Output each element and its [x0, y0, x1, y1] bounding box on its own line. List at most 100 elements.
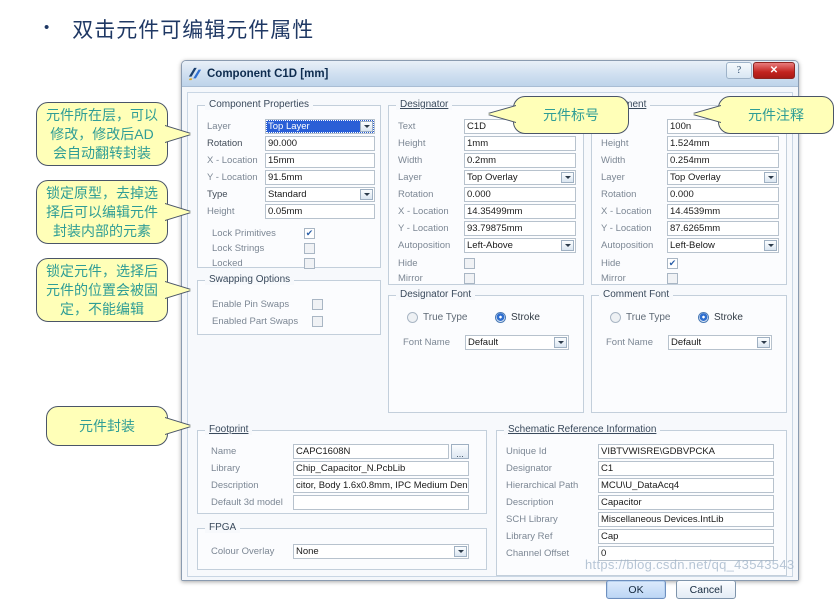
schematic-field-sch-library-input[interactable]: Miscellaneous Devices.IntLib: [598, 511, 774, 527]
designator-field-layer-combo[interactable]: Top Overlay: [464, 169, 576, 185]
field-layer-combo[interactable]: Top Layer: [265, 118, 375, 134]
designator-field-autoposition[interactable]: Autoposition Left-Above: [398, 237, 576, 253]
schematic-field-hierarchical-path-input[interactable]: MCU\U_DataAcq4: [598, 477, 774, 493]
designator-checkbox-mirror-box[interactable]: [464, 272, 475, 284]
chevron-down-icon[interactable]: [764, 239, 777, 251]
designator-field-x-location[interactable]: X - Location 14.35499mm: [398, 203, 576, 219]
field-height[interactable]: Height 0.05mm: [207, 203, 375, 219]
schematic-field-library-ref[interactable]: Library Ref Cap: [506, 528, 774, 544]
help-button[interactable]: ?: [726, 62, 752, 79]
field-y-location-input[interactable]: 91.5mm: [265, 169, 375, 185]
checkbox-lock-primitives[interactable]: Lock Primitives: [212, 225, 377, 241]
designator-field-layer[interactable]: Layer Top Overlay: [398, 169, 576, 185]
comment-field-rotation-input[interactable]: 0.000: [667, 186, 779, 202]
designator-field-width[interactable]: Width 0.2mm: [398, 152, 576, 168]
schematic-field-unique-id[interactable]: Unique Id VIBTVWISRE\GDBVPCKA: [506, 443, 774, 459]
footprint-field-default-3d-model[interactable]: Default 3d model: [211, 494, 469, 510]
footprint-field-name[interactable]: Name CAPC1608N ...: [211, 443, 469, 459]
schematic-field-hierarchical-path[interactable]: Hierarchical Path MCU\U_DataAcq4: [506, 477, 774, 493]
comment-font-name[interactable]: Font Name Default: [606, 334, 772, 350]
close-icon[interactable]: ✕: [753, 62, 795, 79]
schematic-field-library-ref-input[interactable]: Cap: [598, 528, 774, 544]
ok-button[interactable]: OK: [606, 580, 666, 599]
schematic-field-description[interactable]: Description Capacitor: [506, 494, 774, 510]
designator-checkbox-hide-box[interactable]: [464, 257, 475, 269]
schematic-field-designator-input[interactable]: C1: [598, 460, 774, 476]
comment-checkbox-hide-box[interactable]: [667, 257, 678, 269]
designator-field-x-location-input[interactable]: 14.35499mm: [464, 203, 576, 219]
checkbox-locked-box[interactable]: [304, 257, 315, 269]
field-layer[interactable]: Layer Top Layer: [207, 118, 375, 134]
checkbox-enable-pin-swaps[interactable]: Enable Pin Swaps: [212, 296, 377, 312]
designator-field-height-input[interactable]: 1mm: [464, 135, 576, 151]
chevron-down-icon[interactable]: [360, 120, 373, 132]
radio-designator-stroke-dot[interactable]: [495, 311, 506, 323]
checkbox-enabled-part-swaps-box[interactable]: [312, 315, 323, 327]
comment-field-x-location-input[interactable]: 14.4539mm: [667, 203, 779, 219]
designator-field-height[interactable]: Height 1mm: [398, 135, 576, 151]
comment-field-x-location[interactable]: X - Location 14.4539mm: [601, 203, 779, 219]
designator-field-rotation[interactable]: Rotation 0.000: [398, 186, 576, 202]
comment-checkbox-hide[interactable]: Hide: [601, 255, 678, 271]
fpga-colour-overlay[interactable]: Colour Overlay None: [211, 543, 469, 559]
checkbox-lock-primitives-box[interactable]: [304, 227, 315, 239]
designator-field-width-input[interactable]: 0.2mm: [464, 152, 576, 168]
radio-comment-stroke[interactable]: Stroke: [698, 309, 743, 325]
radio-comment-true-type-dot[interactable]: [610, 311, 621, 323]
footprint-field-default-3d-model-input[interactable]: [293, 494, 469, 510]
checkbox-enable-pin-swaps-box[interactable]: [312, 298, 323, 310]
chevron-down-icon[interactable]: [757, 336, 770, 348]
field-x-location[interactable]: X - Location 15mm: [207, 152, 375, 168]
chevron-down-icon[interactable]: [764, 171, 777, 183]
comment-field-layer-combo[interactable]: Top Overlay: [667, 169, 779, 185]
comment-field-y-location[interactable]: Y - Location 87.6265mm: [601, 220, 779, 236]
checkbox-lock-strings-box[interactable]: [304, 242, 315, 254]
radio-designator-true-type[interactable]: True Type: [407, 309, 467, 325]
designator-field-y-location-input[interactable]: 93.79875mm: [464, 220, 576, 236]
radio-comment-stroke-dot[interactable]: [698, 311, 709, 323]
designator-checkbox-mirror[interactable]: Mirror: [398, 270, 475, 286]
schematic-field-description-input[interactable]: Capacitor: [598, 494, 774, 510]
field-rotation[interactable]: Rotation 90.000: [207, 135, 375, 151]
field-rotation-input[interactable]: 90.000: [265, 135, 375, 151]
designator-field-autoposition-combo[interactable]: Left-Above: [464, 237, 576, 253]
radio-designator-true-type-dot[interactable]: [407, 311, 418, 323]
footprint-field-library-input[interactable]: Chip_Capacitor_N.PcbLib: [293, 460, 469, 476]
field-type[interactable]: Type Standard: [207, 186, 375, 202]
field-x-location-input[interactable]: 15mm: [265, 152, 375, 168]
chevron-down-icon[interactable]: [454, 545, 467, 557]
comment-field-height-input[interactable]: 1.524mm: [667, 135, 779, 151]
comment-field-height[interactable]: Height 1.524mm: [601, 135, 779, 151]
comment-field-autoposition[interactable]: Autoposition Left-Below: [601, 237, 779, 253]
designator-font-name-combo[interactable]: Default: [465, 334, 569, 350]
dialog-titlebar[interactable]: Component C1D [mm] ? ✕: [182, 61, 798, 87]
chevron-down-icon[interactable]: [561, 239, 574, 251]
schematic-field-designator[interactable]: Designator C1: [506, 460, 774, 476]
comment-checkbox-mirror-box[interactable]: [667, 272, 678, 284]
chevron-down-icon[interactable]: [360, 188, 373, 200]
comment-font-name-combo[interactable]: Default: [668, 334, 772, 350]
footprint-field-description[interactable]: Description citor, Body 1.6x0.8mm, IPC M…: [211, 477, 469, 493]
fpga-colour-overlay-combo[interactable]: None: [293, 543, 469, 559]
footprint-field-description-input[interactable]: citor, Body 1.6x0.8mm, IPC Medium Densit…: [293, 477, 469, 493]
footprint-browse-button[interactable]: ...: [451, 443, 469, 459]
designator-checkbox-hide[interactable]: Hide: [398, 255, 475, 271]
footprint-field-name-input[interactable]: CAPC1608N: [293, 443, 449, 459]
designator-field-y-location[interactable]: Y - Location 93.79875mm: [398, 220, 576, 236]
comment-field-y-location-input[interactable]: 87.6265mm: [667, 220, 779, 236]
checkbox-locked[interactable]: Locked: [212, 255, 377, 271]
chevron-down-icon[interactable]: [561, 171, 574, 183]
comment-field-autoposition-combo[interactable]: Left-Below: [667, 237, 779, 253]
comment-field-width[interactable]: Width 0.254mm: [601, 152, 779, 168]
comment-field-layer[interactable]: Layer Top Overlay: [601, 169, 779, 185]
checkbox-lock-strings[interactable]: Lock Strings: [212, 240, 377, 256]
chevron-down-icon[interactable]: [554, 336, 567, 348]
footprint-field-library[interactable]: Library Chip_Capacitor_N.PcbLib: [211, 460, 469, 476]
schematic-field-unique-id-input[interactable]: VIBTVWISRE\GDBVPCKA: [598, 443, 774, 459]
field-y-location[interactable]: Y - Location 91.5mm: [207, 169, 375, 185]
schematic-field-sch-library[interactable]: SCH Library Miscellaneous Devices.IntLib: [506, 511, 774, 527]
designator-field-rotation-input[interactable]: 0.000: [464, 186, 576, 202]
radio-designator-stroke[interactable]: Stroke: [495, 309, 540, 325]
cancel-button[interactable]: Cancel: [676, 580, 736, 599]
field-height-input[interactable]: 0.05mm: [265, 203, 375, 219]
